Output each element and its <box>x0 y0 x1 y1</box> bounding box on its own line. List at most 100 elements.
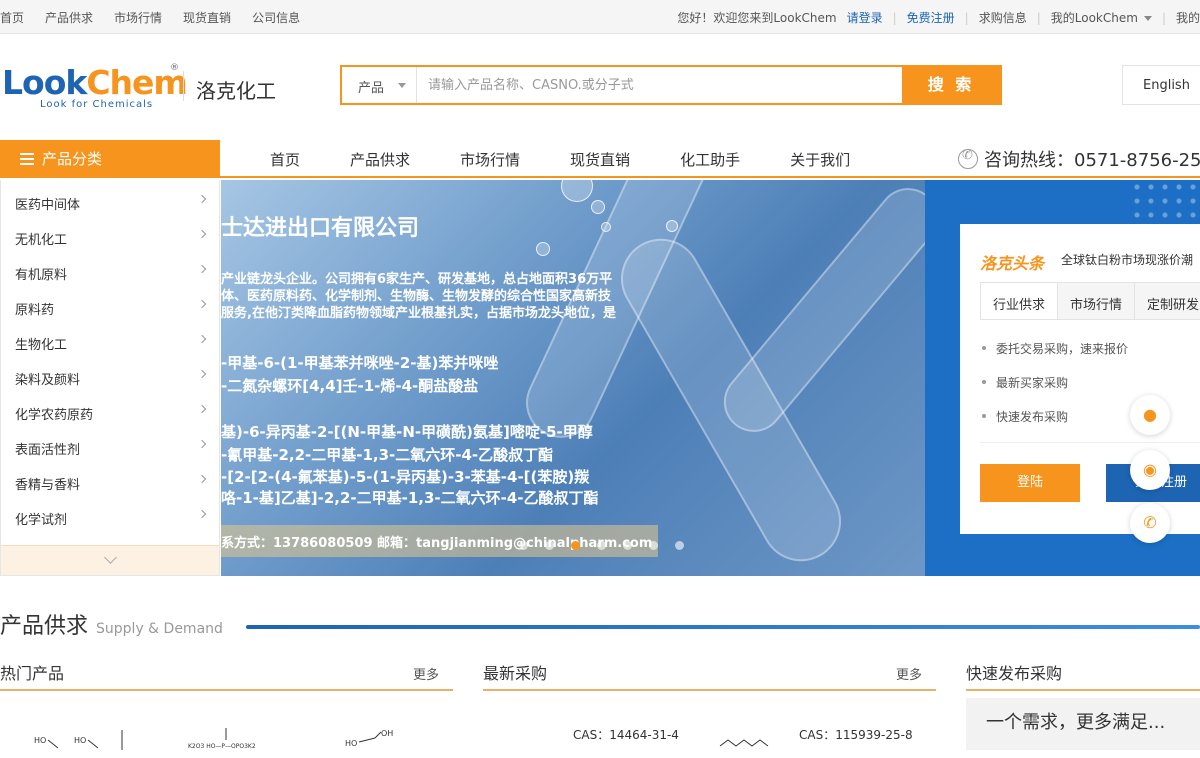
top-link-company[interactable]: 公司信息 <box>252 9 300 26</box>
card-login-button[interactable]: 登陆 <box>980 464 1080 502</box>
separator: | <box>964 10 969 25</box>
category-item[interactable]: 表面活性剂 <box>1 425 219 460</box>
top-link-supply[interactable]: 产品供求 <box>45 9 93 26</box>
chevron-right-icon <box>197 474 207 484</box>
purchase-cas[interactable]: CAS：14464-31-4 <box>573 726 679 743</box>
carousel-dot[interactable] <box>649 541 658 550</box>
site-cn-name: 洛克化工 <box>196 79 276 103</box>
search-input[interactable] <box>418 67 904 103</box>
carousel-dot[interactable] <box>623 541 632 550</box>
decor-bubble <box>601 222 611 232</box>
nav-items: 首页 产品供求 市场行情 现货直销 化工助手 关于我们 <box>270 149 900 170</box>
product-structure-image[interactable] <box>718 736 778 758</box>
my-lookchem-label: 我的LookChem <box>1050 11 1138 25</box>
card-divider <box>980 442 1200 443</box>
carousel-dot[interactable] <box>675 541 684 550</box>
language-switch[interactable]: English › <box>1122 65 1200 105</box>
headline-link[interactable]: 全球钛白粉市场现涨价潮 <box>1061 251 1193 268</box>
category-title: 产品分类 <box>42 150 103 168</box>
product-structure-image[interactable]: HO HO <box>30 728 130 750</box>
wechat-icon[interactable]: ◉ <box>1130 450 1170 490</box>
tab-market[interactable]: 市场行情 <box>1058 283 1136 319</box>
category-item[interactable]: 生物化工 <box>1 320 219 355</box>
category-item[interactable]: 染料及颜料 <box>1 355 219 390</box>
qq-icon[interactable]: ● <box>1130 395 1170 435</box>
my-lookchem-menu[interactable]: 我的LookChem <box>1051 9 1152 26</box>
hotline: 咨询热线：0571-8756-25 <box>958 146 1200 172</box>
search-type-select[interactable]: 产品 <box>342 67 417 103</box>
chevron-right-icon <box>197 229 207 239</box>
card-list-item[interactable]: 最新买家采购 <box>982 374 1068 391</box>
login-link[interactable]: 请登录 <box>847 9 883 26</box>
category-item[interactable]: 医药中间体 <box>1 180 219 215</box>
product-structure-image[interactable]: K2O3 HO—P—OPO3K2 <box>188 728 268 750</box>
separator: | <box>1161 10 1166 25</box>
banner-product-line: -二氮杂螺环[4,4]壬-1-烯-4-酮盐酸盐 <box>221 377 479 395</box>
category-expand-button[interactable] <box>1 545 219 575</box>
category-item[interactable]: 无机化工 <box>1 215 219 250</box>
decor-bubble <box>561 180 593 202</box>
purchase-cas[interactable]: CAS：115939-25-8 <box>799 726 913 743</box>
category-label: 化学农药原药 <box>15 408 94 423</box>
caret-down-icon <box>398 83 406 88</box>
chevron-right-icon <box>197 299 207 309</box>
category-item[interactable]: 香精与香料 <box>1 460 219 495</box>
section-title-text: 产品供求 <box>0 614 89 639</box>
tab-custom[interactable]: 定制研发 <box>1135 283 1200 319</box>
latest-purchase-title: 最新采购 <box>483 664 548 683</box>
carousel-dot-active[interactable] <box>571 541 580 550</box>
banner-title: 士达进出口有限公司 <box>221 216 420 241</box>
purchase-info-link[interactable]: 求购信息 <box>979 9 1027 26</box>
latest-purchase-more-link[interactable]: 更多 <box>896 664 922 683</box>
section-title: 产品供求 Supply & Demand <box>0 608 223 640</box>
category-label: 无机化工 <box>15 233 68 248</box>
category-label: 生物化工 <box>15 338 68 353</box>
top-link-market[interactable]: 市场行情 <box>114 9 162 26</box>
category-label: 化学试剂 <box>15 513 68 528</box>
nav-about[interactable]: 关于我们 <box>790 149 850 170</box>
lookchem-logo[interactable]: LookChem ® Look for Chemicals <box>2 63 188 113</box>
category-label: 染料及颜料 <box>15 373 81 388</box>
top-link-home[interactable]: 首页 <box>0 9 24 26</box>
list-icon <box>20 153 34 165</box>
quick-publish-box[interactable]: 一个需求，更多满足... <box>966 698 1200 750</box>
nav-home[interactable]: 首页 <box>270 149 300 170</box>
section-subtitle: Supply & Demand <box>96 621 223 637</box>
register-link[interactable]: 免费注册 <box>907 9 955 26</box>
banner-desc-line: 服务,在他汀类降血脂药物领域产业根基扎实，占据市场龙头地位，是 <box>221 306 616 321</box>
topbar-overflow-link[interactable]: 我的 <box>1176 9 1200 26</box>
promo-banner[interactable]: 士达进出口有限公司 产业链龙头企业。公司拥有6家生产、研发基地，总占地面积36万… <box>221 180 925 576</box>
hot-products-title: 热门产品 <box>0 664 65 683</box>
hot-products-more-link[interactable]: 更多 <box>413 664 439 683</box>
top-link-spot[interactable]: 现货直销 <box>183 9 231 26</box>
product-structure-image[interactable]: HO OH <box>345 728 405 750</box>
category-item[interactable]: 有机原料 <box>1 250 219 285</box>
caret-down-icon <box>1143 16 1152 21</box>
tab-industry[interactable]: 行业供求 <box>981 283 1059 319</box>
quick-publish-header: 快速发布采购 <box>966 660 1200 691</box>
category-label: 香精与香料 <box>15 478 81 493</box>
separator: | <box>1036 10 1041 25</box>
svg-text:HO: HO <box>74 736 86 745</box>
carousel-dot[interactable] <box>519 541 528 550</box>
carousel-dot[interactable] <box>545 541 554 550</box>
card-list-item[interactable]: 快速发布采购 <box>982 408 1068 425</box>
category-header[interactable]: 产品分类 <box>0 140 220 178</box>
nav-spot[interactable]: 现货直销 <box>570 149 630 170</box>
news-card: 洛克头条 全球钛白粉市场现涨价潮 行业供求 市场行情 定制研发 委托交易采购，速… <box>960 224 1200 534</box>
svg-text:K2O3 HO—P—OPO3K2: K2O3 HO—P—OPO3K2 <box>188 743 256 750</box>
carousel-dot[interactable] <box>597 541 606 550</box>
nav-market[interactable]: 市场行情 <box>460 149 520 170</box>
search-button[interactable]: 搜 索 <box>902 67 1000 103</box>
nav-helper[interactable]: 化工助手 <box>680 149 740 170</box>
header: LookChem ® Look for Chemicals 洛克化工 产品 搜 … <box>0 35 1200 140</box>
welcome-text: 您好！欢迎您来到LookChem <box>677 11 837 25</box>
phone-icon[interactable]: ✆ <box>1130 503 1170 543</box>
nav-supply[interactable]: 产品供求 <box>350 149 410 170</box>
card-list-item[interactable]: 委托交易采购，速来报价 <box>982 340 1128 357</box>
category-item[interactable]: 化学试剂 <box>1 495 219 530</box>
category-item[interactable]: 原料药 <box>1 285 219 320</box>
chevron-right-icon <box>197 509 207 519</box>
search-type-label: 产品 <box>358 81 385 96</box>
category-item[interactable]: 化学农药原药 <box>1 390 219 425</box>
